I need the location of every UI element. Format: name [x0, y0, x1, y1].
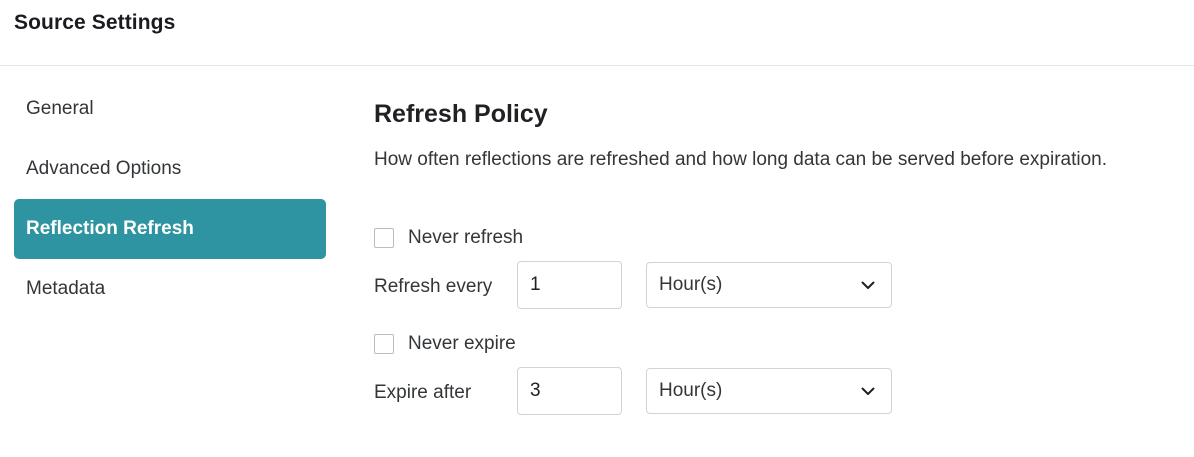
never-refresh-label: Never refresh [408, 227, 524, 248]
expire-after-row: Expire after Hour(s) [374, 367, 1164, 415]
sidebar-item-label: Metadata [26, 278, 106, 299]
sidebar-item-metadata[interactable]: Metadata [14, 259, 326, 319]
refresh-unit-select[interactable]: Hour(s) [646, 262, 892, 308]
never-expire-row: Never expire [374, 330, 1164, 358]
expire-after-input[interactable] [517, 367, 622, 415]
refresh-every-label: Refresh every [374, 276, 493, 297]
settings-sidebar: General Advanced Options Reflection Refr… [14, 79, 326, 319]
sidebar-item-label: Advanced Options [26, 158, 182, 179]
expire-unit-select[interactable]: Hour(s) [646, 368, 892, 414]
never-refresh-row: Never refresh [374, 224, 1164, 252]
never-expire-checkbox[interactable] [374, 334, 394, 354]
refresh-unit-value: Hour(s) [659, 274, 723, 295]
sidebar-item-advanced-options[interactable]: Advanced Options [14, 139, 326, 199]
sidebar-item-label: General [26, 98, 94, 119]
sidebar-item-reflection-refresh[interactable]: Reflection Refresh [14, 199, 326, 259]
sidebar-item-general[interactable]: General [14, 79, 326, 139]
sidebar-item-label: Reflection Refresh [26, 218, 194, 239]
never-expire-label: Never expire [408, 333, 516, 354]
never-refresh-checkbox[interactable] [374, 228, 394, 248]
source-settings-page: Source Settings General Advanced Options… [0, 0, 1194, 457]
section-description: How often reflections are refreshed and … [374, 149, 1108, 170]
refresh-policy-section: Refresh Policy How often reflections are… [374, 96, 1164, 415]
dialog-title: Source Settings [14, 11, 176, 34]
refresh-every-input[interactable] [517, 261, 622, 309]
chevron-down-icon [861, 278, 875, 292]
refresh-every-row: Refresh every Hour(s) [374, 261, 1164, 309]
expire-after-label: Expire after [374, 382, 472, 403]
chevron-down-icon [861, 384, 875, 398]
section-title: Refresh Policy [374, 100, 548, 128]
dialog-header: Source Settings [0, 0, 1194, 66]
expire-unit-value: Hour(s) [659, 380, 723, 401]
